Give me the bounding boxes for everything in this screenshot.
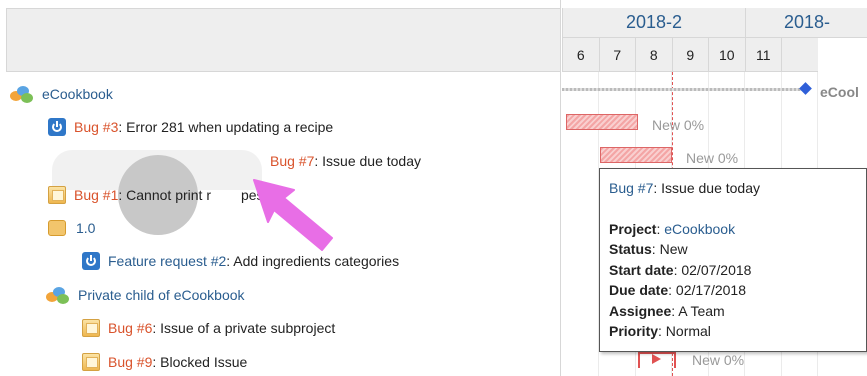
tooltip-field-priority: Priority: Normal	[609, 323, 711, 339]
day-headers: 6 7 8 9 10 11	[562, 38, 818, 72]
issue-link[interactable]: Bug #3	[74, 119, 118, 135]
issue-link[interactable]: Bug #9	[108, 354, 152, 370]
issue-status-icon	[48, 118, 66, 136]
day-header: 6	[562, 38, 599, 72]
day-header: 11	[744, 38, 781, 72]
tooltip-project-link[interactable]: eCookbook	[664, 221, 735, 237]
project-icon	[10, 85, 34, 103]
month-header: 2018-	[745, 8, 867, 38]
tree-row-feature-2[interactable]: Feature request #2 : Add ingredients cat…	[82, 249, 399, 273]
issue-subject: : Error 281 when updating a recipe	[118, 119, 334, 135]
gantt-bar-label: New 0%	[686, 150, 739, 166]
tooltip-field-due-date: Due date: 02/17/2018	[609, 282, 746, 298]
tooltip-field-start-date: Start date: 02/07/2018	[609, 261, 752, 278]
issue-link[interactable]: Bug #7	[270, 153, 314, 169]
day-header: 8	[635, 38, 672, 72]
issue-icon	[48, 186, 66, 204]
tooltip-field-status: Status: New	[609, 241, 688, 257]
tree-row-bug-9[interactable]: Bug #9 : Blocked Issue	[82, 350, 247, 374]
day-header: 10	[708, 38, 745, 72]
gantt-bar-bug-3[interactable]	[566, 114, 638, 130]
gantt-bar-bug-7[interactable]	[600, 147, 672, 163]
issue-status-icon	[82, 252, 100, 270]
issue-subject: : Cannot print r	[118, 187, 211, 203]
tree-row-bug-6[interactable]: Bug #6 : Issue of a private subproject	[82, 316, 335, 340]
project-bar-label: eCool	[820, 84, 859, 100]
tree-row-version-1-0[interactable]: 1.0	[46, 216, 95, 240]
tooltip-title: Bug #7: Issue due today	[609, 178, 857, 199]
project-link[interactable]: eCookbook	[42, 86, 113, 102]
tree-row-bug-7[interactable]: Bug #7 : Issue due today	[270, 149, 421, 173]
subjects-header	[6, 8, 561, 72]
issue-icon	[82, 319, 100, 337]
issue-icon	[82, 353, 100, 371]
gantt-bar-label: New 0%	[652, 117, 705, 133]
issue-link[interactable]: Feature request #2	[108, 253, 226, 269]
tooltip-field-assignee: Assignee: A Team	[609, 302, 725, 319]
month-header: 2018-2	[562, 8, 745, 38]
day-header: 9	[671, 38, 708, 72]
pointer-arrow-icon	[253, 179, 333, 251]
tree-row-project-private-child[interactable]: Private child of eCookbook	[46, 283, 245, 307]
issue-tooltip: Bug #7: Issue due today Project: eCookbo…	[599, 168, 867, 352]
tooltip-issue-link[interactable]: Bug #7	[609, 180, 653, 196]
issue-link[interactable]: Bug #6	[108, 320, 152, 336]
relation-arrow-icon	[652, 354, 661, 364]
project-bar	[562, 88, 808, 91]
issue-subject: : Blocked Issue	[152, 354, 248, 370]
tooltip-issue-subject: : Issue due today	[653, 180, 761, 196]
project-icon	[46, 286, 70, 304]
tree-row-bug-1[interactable]: Bug #1 : Cannot print r pes	[48, 183, 264, 207]
issue-subject: : Issue of a private subproject	[152, 320, 336, 336]
day-header	[781, 38, 818, 72]
day-header: 7	[598, 38, 635, 72]
issue-link[interactable]: Bug #1	[74, 187, 118, 203]
version-icon	[46, 219, 68, 237]
tree-row-bug-3[interactable]: Bug #3 : Error 281 when updating a recip…	[48, 115, 333, 139]
project-link[interactable]: Private child of eCookbook	[78, 287, 245, 303]
version-link[interactable]: 1.0	[76, 220, 95, 236]
issue-subject: : Issue due today	[314, 153, 422, 169]
tooltip-field-project: Project: eCookbook	[609, 220, 736, 237]
gantt-bar-label: New 0%	[692, 352, 745, 368]
tree-row-project-ecookbook[interactable]: eCookbook	[10, 82, 113, 106]
